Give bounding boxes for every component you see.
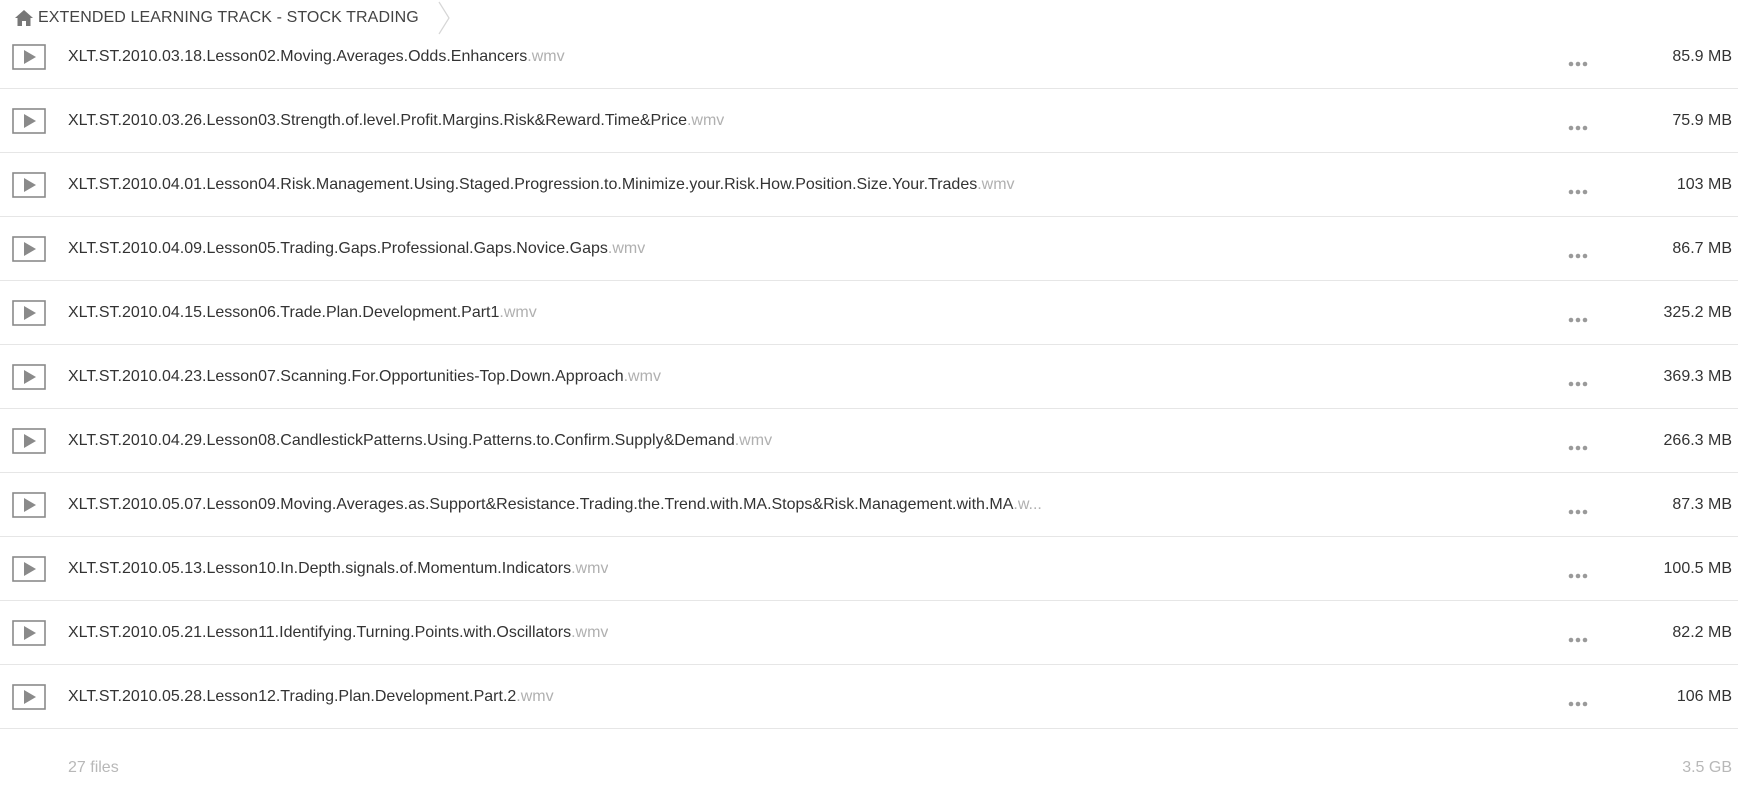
file-name-base: XLT.ST.2010.04.09.Lesson05.Trading.Gaps.… [68,239,608,257]
file-name-base: XLT.ST.2010.05.21.Lesson11.Identifying.T… [68,623,572,641]
file-name-base: XLT.ST.2010.05.28.Lesson12.Trading.Plan.… [68,687,517,705]
file-size: 325.2 MB [1663,303,1732,321]
file-row[interactable]: XLT.ST.2010.05.13.Lesson10.In.Depth.sign… [0,537,1738,601]
breadcrumb-current-folder[interactable]: EXTENDED LEARNING TRACK - STOCK TRADING [38,9,419,27]
file-name[interactable]: XLT.ST.2010.03.26.Lesson03.Strength.of.l… [68,112,724,130]
file-size: 369.3 MB [1663,367,1732,385]
file-name[interactable]: XLT.ST.2010.03.18.Lesson02.Moving.Averag… [68,48,565,66]
play-icon[interactable] [12,299,46,326]
file-name[interactable]: XLT.ST.2010.05.21.Lesson11.Identifying.T… [68,624,608,642]
play-icon[interactable] [12,491,46,518]
play-icon[interactable] [12,107,46,134]
file-extension: .wmv [571,623,609,641]
file-name-base: XLT.ST.2010.05.07.Lesson09.Moving.Averag… [68,495,1014,513]
total-size: 3.5 GB [1682,759,1732,776]
play-icon[interactable] [12,235,46,262]
file-extension: .wmv [499,303,537,321]
play-icon[interactable] [12,683,46,710]
more-icon[interactable] [1568,630,1588,642]
list-footer: 27 files 3.5 GB [0,755,1738,785]
file-extension: .w... [1013,495,1042,513]
file-size: 87.3 MB [1672,495,1732,513]
home-icon[interactable] [14,9,34,27]
play-icon[interactable] [12,619,46,646]
file-name[interactable]: XLT.ST.2010.04.01.Lesson04.Risk.Manageme… [68,176,1015,194]
file-extension: .wmv [516,687,554,705]
more-icon[interactable] [1568,374,1588,386]
more-icon[interactable] [1568,246,1588,258]
file-count: 27 files [68,759,119,776]
play-icon[interactable] [12,43,46,70]
file-name[interactable]: XLT.ST.2010.04.29.Lesson08.CandlestickPa… [68,432,772,450]
file-name-base: XLT.ST.2010.05.13.Lesson10.In.Depth.sign… [68,559,572,577]
file-name-base: XLT.ST.2010.03.18.Lesson02.Moving.Averag… [68,47,528,65]
file-name-base: XLT.ST.2010.04.23.Lesson07.Scanning.For.… [68,367,624,385]
more-icon[interactable] [1568,694,1588,706]
file-extension: .wmv [607,239,646,257]
file-name-base: XLT.ST.2010.04.01.Lesson04.Risk.Manageme… [68,175,978,193]
file-name[interactable]: XLT.ST.2010.05.28.Lesson12.Trading.Plan.… [68,688,554,706]
file-name-base: XLT.ST.2010.04.15.Lesson06.Trade.Plan.De… [68,303,500,321]
file-extension: .wmv [734,431,773,449]
file-size: 82.2 MB [1672,623,1732,641]
more-icon[interactable] [1568,182,1588,194]
file-row[interactable]: XLT.ST.2010.03.26.Lesson03.Strength.of.l… [0,89,1738,153]
file-row[interactable]: XLT.ST.2010.05.21.Lesson11.Identifying.T… [0,601,1738,665]
file-name[interactable]: XLT.ST.2010.04.15.Lesson06.Trade.Plan.De… [68,304,537,322]
play-icon[interactable] [12,363,46,390]
file-row[interactable]: XLT.ST.2010.05.07.Lesson09.Moving.Averag… [0,473,1738,537]
more-icon[interactable] [1568,310,1588,322]
play-icon[interactable] [12,171,46,198]
more-icon[interactable] [1568,118,1588,130]
file-list: XLT.ST.2010.03.18.Lesson02.Moving.Averag… [0,25,1738,729]
file-row[interactable]: XLT.ST.2010.04.09.Lesson05.Trading.Gaps.… [0,217,1738,281]
file-row[interactable]: XLT.ST.2010.04.15.Lesson06.Trade.Plan.De… [0,281,1738,345]
file-extension: .wmv [686,111,725,129]
more-icon[interactable] [1568,438,1588,450]
file-row[interactable]: XLT.ST.2010.04.29.Lesson08.CandlestickPa… [0,409,1738,473]
file-extension: .wmv [527,47,565,65]
file-extension: .wmv [977,175,1015,193]
file-name-base: XLT.ST.2010.04.29.Lesson08.CandlestickPa… [68,431,735,449]
play-icon[interactable] [12,555,46,582]
file-name[interactable]: XLT.ST.2010.05.13.Lesson10.In.Depth.sign… [68,560,608,578]
file-row[interactable]: XLT.ST.2010.04.23.Lesson07.Scanning.For.… [0,345,1738,409]
file-extension: .wmv [623,367,661,385]
play-icon[interactable] [12,427,46,454]
file-name[interactable]: XLT.ST.2010.05.07.Lesson09.Moving.Averag… [68,496,1042,514]
file-size: 103 MB [1676,175,1732,193]
file-size: 100.5 MB [1663,559,1732,577]
file-name[interactable]: XLT.ST.2010.04.23.Lesson07.Scanning.For.… [68,368,661,386]
file-browser: EXTENDED LEARNING TRACK - STOCK TRADING … [0,0,1738,789]
file-extension: .wmv [571,559,609,577]
file-size: 75.9 MB [1672,111,1732,129]
file-row[interactable]: XLT.ST.2010.04.01.Lesson04.Risk.Manageme… [0,153,1738,217]
more-icon[interactable] [1568,54,1588,66]
file-size: 86.7 MB [1672,239,1732,257]
file-name-base: XLT.ST.2010.03.26.Lesson03.Strength.of.l… [68,111,687,129]
more-icon[interactable] [1568,502,1588,514]
breadcrumb: EXTENDED LEARNING TRACK - STOCK TRADING [0,0,481,36]
file-size: 266.3 MB [1663,431,1732,449]
breadcrumb-separator-icon [437,1,451,35]
file-size: 85.9 MB [1672,47,1732,65]
file-size: 106 MB [1676,687,1732,705]
file-row[interactable]: XLT.ST.2010.05.28.Lesson12.Trading.Plan.… [0,665,1738,729]
more-icon[interactable] [1568,566,1588,578]
file-name[interactable]: XLT.ST.2010.04.09.Lesson05.Trading.Gaps.… [68,240,645,258]
